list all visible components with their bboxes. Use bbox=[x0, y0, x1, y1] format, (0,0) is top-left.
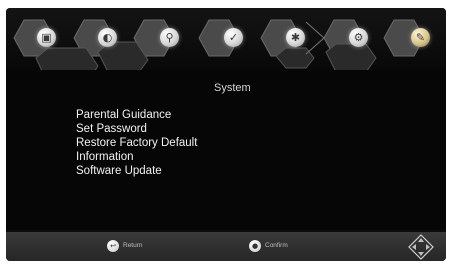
image-icon[interactable]: ◐ bbox=[98, 28, 117, 47]
navigation-pad-icon bbox=[408, 234, 434, 260]
settings-icon[interactable]: ⚙ bbox=[349, 28, 368, 47]
system-icon[interactable]: ✎ bbox=[411, 28, 430, 47]
menu-item-restore-factory-default[interactable]: Restore Factory Default bbox=[76, 136, 197, 150]
system-menu: Parental Guidance Set Password Restore F… bbox=[76, 108, 197, 178]
media-icon[interactable]: ▣ bbox=[37, 28, 56, 47]
menu-item-information[interactable]: Information bbox=[76, 150, 197, 164]
top-menu-bar: ▣ ◐ ⚲ ✓ ✱ ⚙ ✎ bbox=[6, 8, 446, 85]
search-icon[interactable]: ⚲ bbox=[160, 28, 179, 47]
footer-bar bbox=[6, 232, 446, 261]
menu-item-set-password[interactable]: Set Password bbox=[76, 122, 197, 136]
network-icon[interactable]: ✱ bbox=[286, 28, 305, 47]
confirm-label: Confirm bbox=[265, 242, 288, 249]
menu-item-parental-guidance[interactable]: Parental Guidance bbox=[76, 108, 197, 122]
menu-item-software-update[interactable]: Software Update bbox=[76, 164, 197, 178]
return-icon[interactable]: ↩ bbox=[107, 240, 119, 252]
ok-icon[interactable]: ● bbox=[249, 240, 261, 252]
panel-title: System bbox=[214, 82, 251, 94]
time-icon[interactable]: ✓ bbox=[224, 28, 243, 47]
settings-panel bbox=[6, 70, 446, 230]
return-label: Return bbox=[123, 242, 143, 249]
tv-screen: ▣ ◐ ⚲ ✓ ✱ ⚙ ✎ System Parental Guidance S… bbox=[6, 8, 446, 261]
